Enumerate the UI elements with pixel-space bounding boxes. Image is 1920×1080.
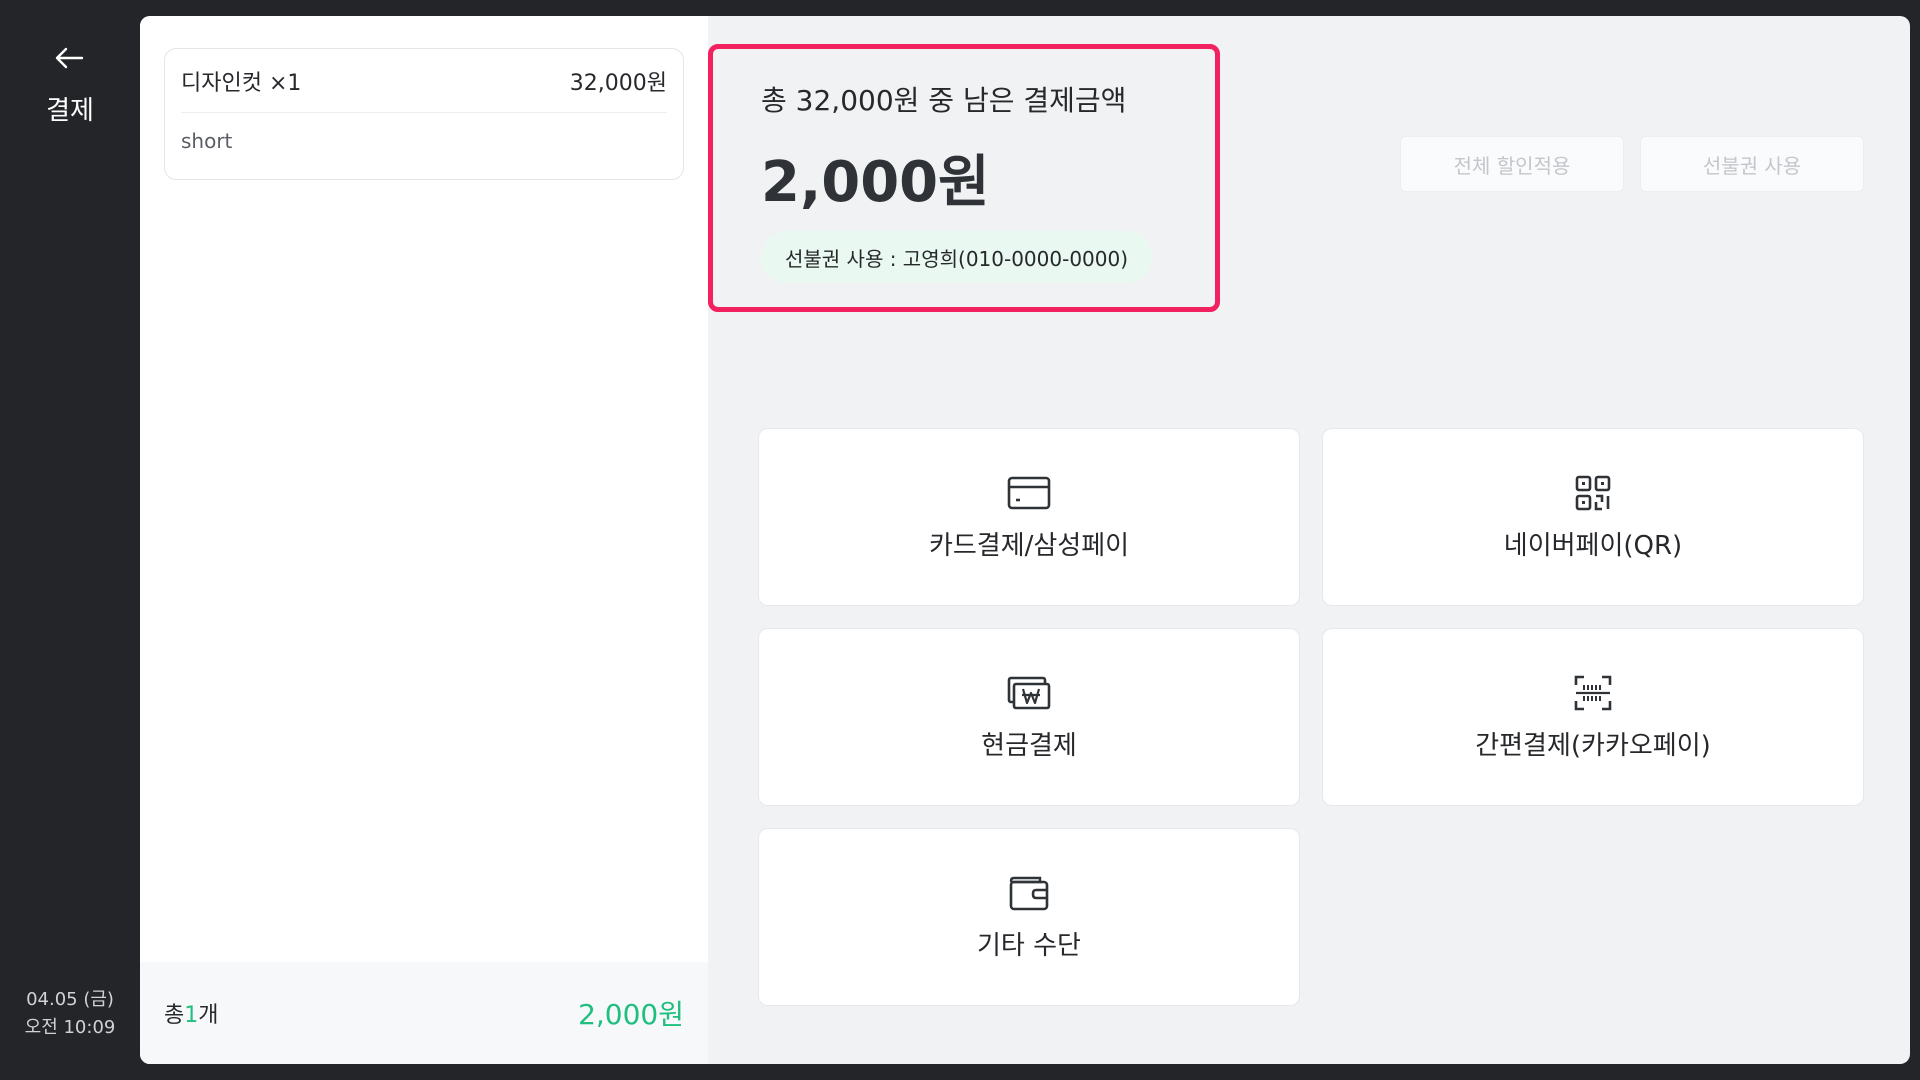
app-frame: 결제 04.05 (금) 오전 10:09 디자인컷 ×1 32,000원 sh… (0, 0, 1920, 1080)
wallet-icon (1007, 873, 1051, 913)
count-suffix: 개 (198, 1003, 219, 1028)
pay-card-button[interactable]: 카드결제/삼성페이 (758, 428, 1300, 606)
arrow-left-icon (55, 47, 84, 69)
order-item-row: 디자인컷 ×1 32,000원 (181, 49, 667, 113)
card-icon (1007, 473, 1051, 513)
pay-other-button[interactable]: 기타 수단 (758, 828, 1300, 1006)
remaining-amount-box: 총 32,000원 중 남은 결제금액 2,000원 선불권 사용 : 고영희(… (708, 44, 1220, 312)
order-total: 2,000원 (578, 998, 684, 1031)
barcode-scan-icon (1571, 673, 1615, 713)
remaining-amount-value: 2,000원 (761, 150, 990, 215)
pay-cash-button[interactable]: 현금결제 (758, 628, 1300, 806)
remaining-amount-label: 총 32,000원 중 남은 결제금액 (761, 84, 1127, 117)
pay-kakao-button[interactable]: 간편결제(카카오페이) (1322, 628, 1864, 806)
order-item-price: 32,000원 (569, 70, 667, 96)
discount-all-button[interactable]: 전체 할인적용 (1400, 136, 1624, 192)
pay-cash-label: 현금결제 (981, 730, 1077, 761)
cash-icon (1007, 673, 1051, 713)
pay-naver-label: 네이버페이(QR) (1503, 530, 1683, 561)
count-prefix: 총 (164, 1003, 185, 1028)
date-label: 04.05 (금) (26, 989, 114, 1010)
time-label: 오전 10:09 (24, 1017, 116, 1038)
order-footer: 총1개 2,000원 (140, 962, 708, 1064)
item-count: 총1개 (164, 997, 219, 1029)
qr-icon (1571, 473, 1615, 513)
order-item-name: 디자인컷 ×1 (181, 70, 302, 96)
use-prepaid-button[interactable]: 선불권 사용 (1640, 136, 1864, 192)
back-button[interactable] (49, 40, 89, 76)
order-item-card[interactable]: 디자인컷 ×1 32,000원 short (164, 48, 684, 180)
main-panel: 디자인컷 ×1 32,000원 short 총1개 2,000원 총 32,00… (140, 16, 1910, 1064)
order-item-option: short (181, 129, 233, 153)
datetime: 04.05 (금) 오전 10:09 (0, 986, 140, 1042)
prepaid-chip: 선불권 사용 : 고영희(010-0000-0000) (761, 231, 1153, 283)
pay-naver-button[interactable]: 네이버페이(QR) (1322, 428, 1864, 606)
pay-other-label: 기타 수단 (977, 930, 1081, 961)
left-rail: 결제 04.05 (금) 오전 10:09 (0, 0, 140, 1080)
order-summary: 디자인컷 ×1 32,000원 short 총1개 2,000원 (140, 16, 708, 1064)
count-number: 1 (184, 1003, 199, 1028)
pay-kakao-label: 간편결제(카카오페이) (1475, 730, 1711, 761)
pay-card-label: 카드결제/삼성페이 (928, 530, 1130, 561)
page-title: 결제 (46, 96, 94, 126)
